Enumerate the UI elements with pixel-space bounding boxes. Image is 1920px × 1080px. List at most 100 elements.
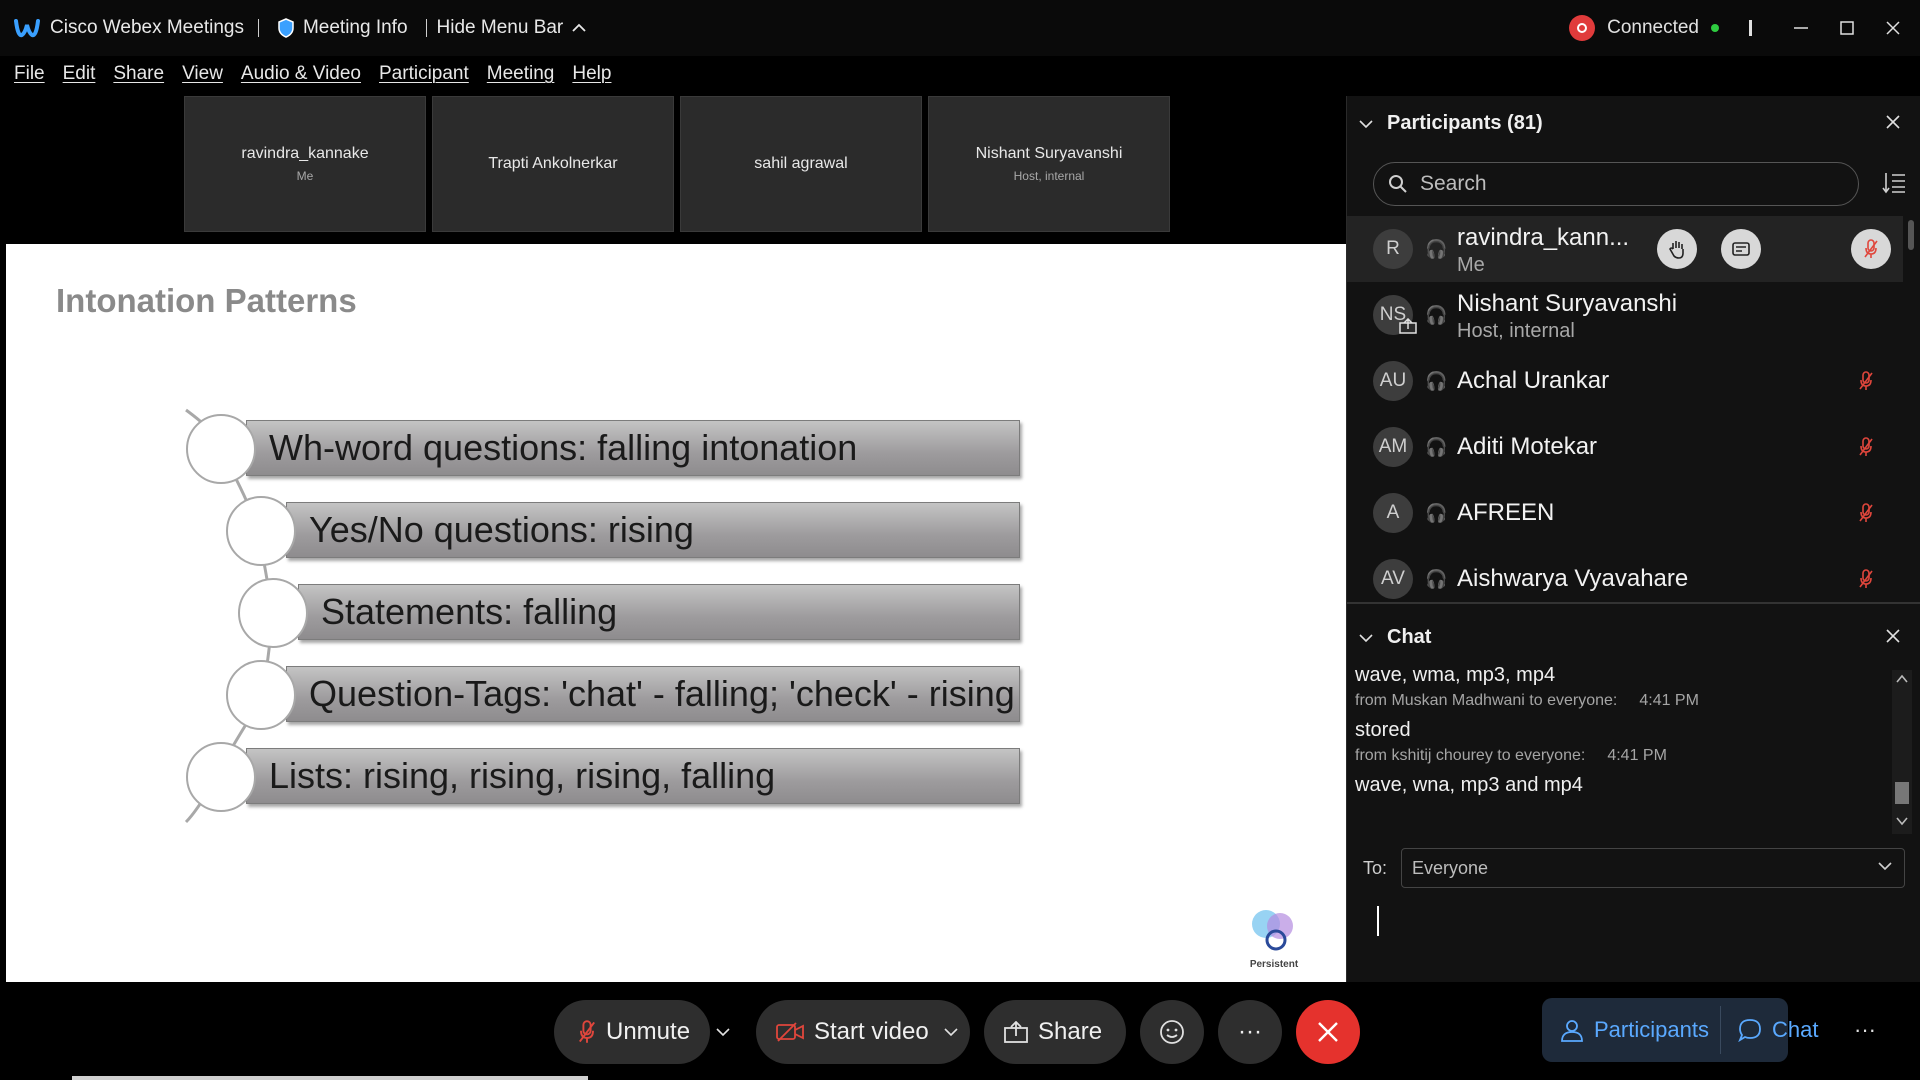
participant-row[interactable]: AU 🎧 Achal Urankar	[1347, 348, 1903, 414]
divider	[1720, 1006, 1721, 1054]
slide-bullet	[226, 496, 296, 566]
end-call-button[interactable]	[1296, 1000, 1360, 1064]
shared-slide: Intonation Patterns Wh-word questions: f…	[6, 244, 1346, 982]
chat-panel-button[interactable]: Chat	[1738, 998, 1818, 1062]
menu-view[interactable]: View	[182, 63, 223, 85]
chat-input-field[interactable]	[1377, 906, 1379, 936]
mute-button[interactable]	[1851, 229, 1891, 269]
chat-time: 4:41 PM	[1639, 692, 1699, 709]
recipient-value: Everyone	[1412, 857, 1489, 878]
minimize-icon	[1794, 27, 1808, 29]
tile-name: ravindra_kannake	[241, 145, 369, 162]
divider	[1749, 20, 1752, 36]
scroll-up-icon[interactable]	[1896, 674, 1908, 684]
participants-header[interactable]: Participants (81)	[1359, 112, 1543, 135]
hide-menu-label: Hide Menu Bar	[436, 17, 564, 38]
participant-search-input[interactable]: Search	[1373, 162, 1859, 206]
chat-header[interactable]: Chat	[1359, 626, 1431, 649]
divider	[425, 19, 427, 37]
chat-title: Chat	[1387, 626, 1432, 648]
menu-meeting[interactable]: Meeting	[487, 63, 555, 85]
menu-share[interactable]: Share	[113, 63, 164, 85]
video-tile[interactable]: ravindra_kannake Me	[184, 96, 426, 232]
hide-menu-bar-button[interactable]: Hide Menu Bar	[437, 17, 588, 39]
chevron-down-icon	[716, 1028, 730, 1037]
participants-panel-button[interactable]: Participants	[1560, 998, 1709, 1062]
start-video-label: Start video	[814, 1018, 929, 1045]
caption-icon	[1732, 242, 1750, 256]
video-tile[interactable]: Trapti Ankolnerkar	[432, 96, 674, 232]
participant-name: Nishant Suryavanshi	[1457, 290, 1678, 317]
menu-participant[interactable]: Participant	[379, 63, 469, 85]
start-video-button[interactable]: Start video	[756, 1000, 970, 1064]
participant-scrollbar[interactable]	[1908, 220, 1914, 250]
status-dot	[1711, 24, 1719, 32]
headset-icon: 🎧	[1425, 370, 1448, 391]
participant-role: Host, internal	[1457, 320, 1575, 342]
mute-button[interactable]	[1851, 432, 1881, 462]
participant-row[interactable]: A 🎧 AFREEN	[1347, 480, 1903, 546]
maximize-button[interactable]	[1824, 0, 1870, 56]
mute-button[interactable]	[1851, 498, 1881, 528]
raise-hand-button[interactable]	[1657, 229, 1697, 269]
chat-message-text: wave, wma, mp3, mp4	[1355, 664, 1556, 686]
menu-edit[interactable]: Edit	[63, 63, 96, 85]
participant-name: Achal Urankar	[1457, 367, 1610, 394]
participant-row[interactable]: NS 🎧 Nishant Suryavanshi Host, internal	[1347, 282, 1903, 348]
sort-icon[interactable]	[1882, 172, 1906, 194]
chevron-down-icon	[1878, 862, 1892, 871]
headset-icon: 🎧	[1425, 304, 1448, 325]
caption-button[interactable]	[1721, 229, 1761, 269]
more-panels-button[interactable]: ···	[1854, 998, 1876, 1062]
video-tile[interactable]: Nishant Suryavanshi Host, internal	[928, 96, 1170, 232]
minimize-button[interactable]	[1778, 0, 1824, 56]
menu-audio-video[interactable]: Audio & Video	[241, 63, 361, 85]
title-bar: Cisco Webex Meetings Meeting Info Hide M…	[0, 0, 1920, 56]
participant-row[interactable]: AM 🎧 Aditi Motekar	[1347, 414, 1903, 480]
participant-role: Me	[1457, 254, 1485, 276]
video-tile[interactable]: sahil agrawal	[680, 96, 922, 232]
slide-title: Intonation Patterns	[56, 282, 357, 319]
meeting-info-button[interactable]: Meeting Info	[277, 17, 408, 39]
share-button[interactable]: Share	[984, 1000, 1126, 1064]
video-strip: ravindra_kannake Me Trapti Ankolnerkar s…	[184, 96, 1170, 232]
slide-item-text: Statements: falling	[321, 591, 618, 632]
scroll-down-icon[interactable]	[1896, 816, 1908, 826]
reactions-button[interactable]	[1140, 1000, 1204, 1064]
headset-icon: 🎧	[1425, 436, 1448, 457]
more-options-button[interactable]: ···	[1218, 1000, 1282, 1064]
chat-icon	[1738, 1019, 1761, 1042]
chevron-down-icon	[1359, 633, 1373, 642]
slide-item-text: Question-Tags: 'chat' - falling; 'check'…	[309, 673, 1015, 714]
participant-name: ravindra_kann...	[1457, 224, 1630, 251]
close-window-button[interactable]	[1870, 0, 1916, 56]
avatar: R	[1373, 229, 1413, 269]
menu-help[interactable]: Help	[572, 63, 611, 85]
participant-row[interactable]: AV 🎧 Aishwarya Vyavahare	[1347, 546, 1903, 602]
chat-message-meta: from kshitij chourey to everyone: 4:41 PM	[1355, 747, 1875, 774]
more-icon: ···	[1854, 1017, 1876, 1042]
unmute-button[interactable]: Unmute	[554, 1000, 710, 1064]
tile-sub: Host, internal	[1013, 169, 1085, 183]
close-chat-button[interactable]	[1886, 626, 1900, 649]
connection-status: Connected	[1607, 17, 1699, 38]
tile-sub: Me	[296, 169, 314, 183]
scroll-thumb[interactable]	[1895, 782, 1909, 804]
close-icon	[1318, 1022, 1338, 1042]
participant-name: Aditi Motekar	[1457, 433, 1598, 460]
menu-bar: File Edit Share View Audio & Video Parti…	[0, 56, 629, 92]
chat-scrollbar[interactable]	[1892, 670, 1912, 834]
slide-item-text: Wh-word questions: falling intonation	[269, 427, 858, 468]
recipient-select[interactable]: Everyone	[1401, 848, 1905, 888]
progress-line	[72, 1076, 588, 1080]
mute-button[interactable]	[1851, 564, 1881, 594]
participant-row[interactable]: R 🎧 ravindra_kann... Me	[1347, 216, 1903, 282]
mute-button[interactable]	[1851, 366, 1881, 396]
slide-item: Lists: rising, rising, rising, falling	[246, 748, 1020, 804]
unmute-label: Unmute	[606, 1018, 691, 1045]
menu-file[interactable]: File	[14, 63, 45, 85]
hand-icon	[1669, 241, 1684, 259]
mic-muted-icon	[579, 1020, 595, 1043]
chat-sender: from Muskan Madhwani to everyone:	[1355, 692, 1618, 709]
close-participants-button[interactable]	[1886, 112, 1900, 135]
